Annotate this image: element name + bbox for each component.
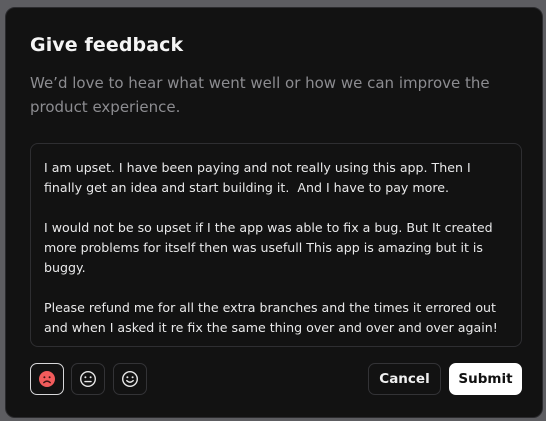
sad-face-icon: [38, 370, 56, 388]
mood-happy-button[interactable]: [113, 363, 147, 395]
submit-button[interactable]: Submit: [449, 363, 522, 395]
cancel-button[interactable]: Cancel: [368, 363, 441, 395]
dialog-title: Give feedback: [30, 34, 184, 56]
feedback-textarea[interactable]: I am upset. I have been paying and not r…: [30, 143, 522, 347]
feedback-dialog: Give feedback We’d love to hear what wen…: [5, 7, 543, 418]
mood-sad-button[interactable]: [30, 363, 64, 395]
dialog-description: We’d love to hear what went well or how …: [30, 74, 490, 116]
happy-face-icon: [121, 370, 139, 388]
neutral-face-icon: [79, 370, 97, 388]
mood-neutral-button[interactable]: [71, 363, 105, 395]
